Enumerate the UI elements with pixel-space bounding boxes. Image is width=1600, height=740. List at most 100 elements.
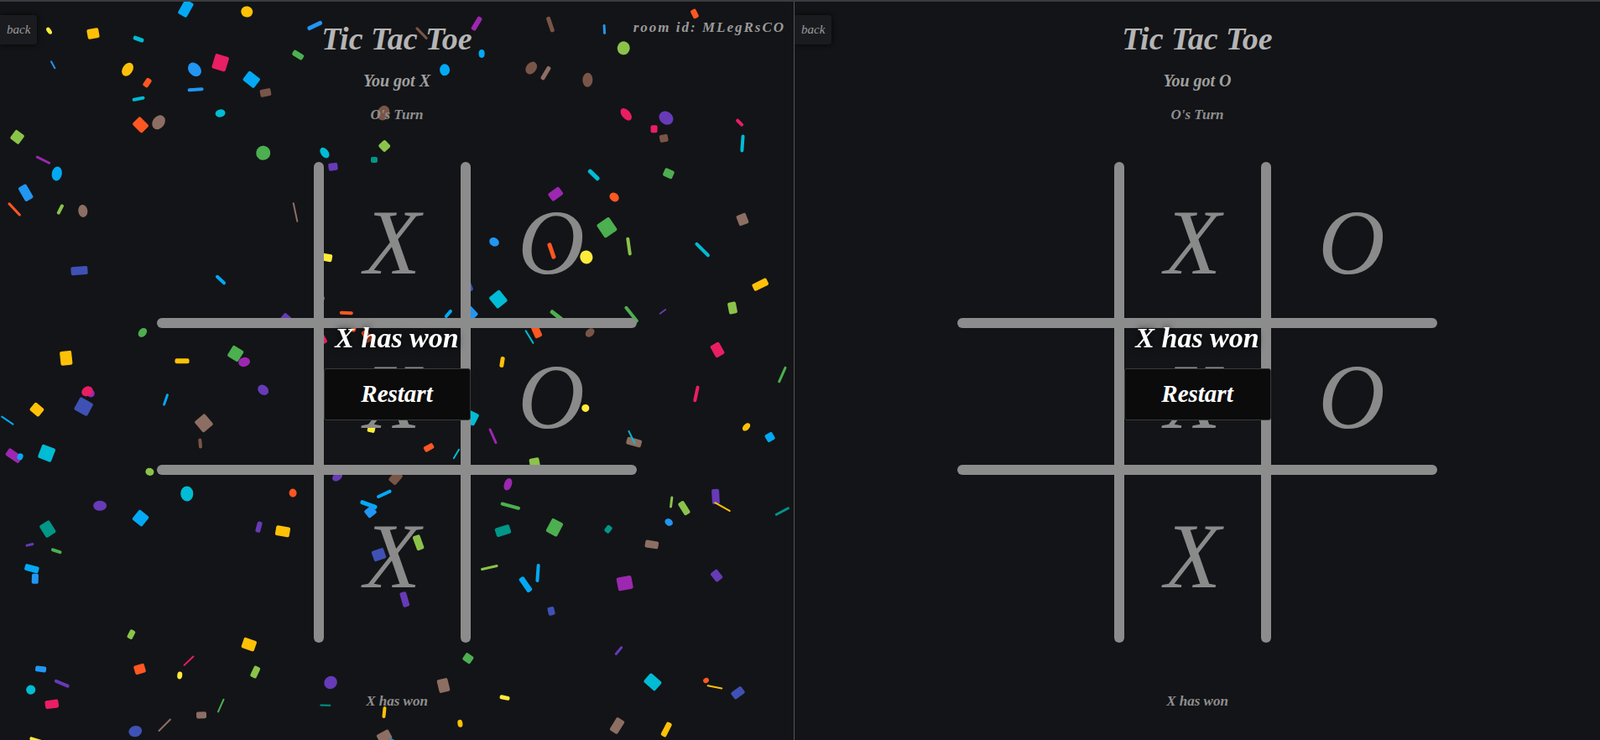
status-label: X has won — [365, 691, 428, 712]
board-cell[interactable]: X — [318, 161, 466, 324]
confetti-piece — [764, 431, 776, 443]
confetti-piece — [317, 145, 331, 160]
confetti-piece — [25, 542, 35, 548]
confetti-piece — [586, 168, 600, 182]
confetti-piece — [250, 665, 261, 679]
cell-mark: O — [517, 350, 584, 443]
confetti-piece — [9, 129, 25, 145]
confetti-piece — [625, 436, 643, 449]
board-cell[interactable]: X — [1119, 469, 1267, 643]
confetti-piece — [439, 63, 451, 77]
confetti-piece — [339, 311, 354, 315]
board-cell[interactable]: O — [1266, 323, 1438, 470]
confetti-piece — [596, 217, 618, 240]
board-cell[interactable]: O — [1266, 161, 1438, 324]
turn-label: O's Turn — [370, 105, 423, 125]
result-overlay: X has wonRestart — [156, 321, 637, 421]
confetti-piece — [709, 568, 724, 583]
confetti-piece — [487, 235, 501, 249]
confetti-piece — [86, 27, 100, 40]
panel-content: backroom id: MLegRsCOTic Tac ToeYou got … — [0, 1, 794, 740]
confetti-piece — [35, 155, 52, 165]
board-cell[interactable]: X — [318, 469, 466, 643]
cell-mark: O — [517, 196, 584, 289]
confetti-piece — [214, 107, 226, 118]
back-button[interactable]: back — [794, 15, 832, 45]
panel-content: backTic Tac ToeYou got OO's TurnXOXOXX h… — [794, 1, 1600, 740]
grid-line — [957, 464, 1438, 475]
board-cell[interactable] — [156, 323, 319, 470]
confetti-piece — [50, 547, 63, 554]
back-button[interactable]: back — [0, 15, 37, 45]
game-board: XOXOXX has wonRestart — [156, 161, 637, 643]
confetti-piece — [58, 350, 73, 367]
confetti-piece — [751, 278, 770, 292]
board-cell[interactable]: O — [465, 323, 637, 470]
confetti-piece — [44, 698, 59, 709]
confetti-piece — [499, 356, 506, 369]
board-cell[interactable] — [957, 161, 1120, 324]
confetti-piece — [452, 448, 460, 459]
restart-button[interactable]: Restart — [323, 368, 471, 421]
confetti-piece — [237, 355, 251, 368]
board-cell[interactable] — [465, 469, 637, 643]
confetti-piece — [659, 134, 669, 143]
confetti-piece — [288, 488, 298, 498]
board-cell[interactable] — [156, 469, 319, 643]
confetti-piece — [727, 301, 739, 315]
confetti-piece — [275, 525, 292, 538]
confetti-piece — [546, 16, 555, 33]
confetti-piece — [775, 506, 791, 516]
board-cell[interactable] — [156, 161, 319, 324]
confetti-piece — [702, 676, 710, 684]
confetti-piece — [327, 161, 339, 172]
confetti-piece — [5, 447, 23, 464]
restart-button[interactable]: Restart — [1124, 368, 1272, 421]
confetti-piece — [651, 125, 658, 133]
confetti-piece — [162, 392, 170, 406]
confetti-piece — [45, 26, 53, 36]
confetti-piece — [735, 212, 750, 227]
confetti-piece — [547, 605, 556, 615]
confetti-piece — [177, 1, 195, 18]
confetti-piece — [488, 289, 509, 310]
confetti-piece — [141, 77, 152, 89]
confetti-piece — [50, 165, 63, 182]
confetti-piece — [535, 563, 540, 584]
confetti-piece — [24, 563, 41, 574]
confetti-piece — [211, 53, 230, 73]
board-cell[interactable]: O — [465, 161, 637, 324]
grid-line — [1114, 161, 1125, 643]
confetti-piece — [24, 682, 38, 696]
confetti-piece — [609, 717, 626, 735]
confetti-piece — [643, 672, 663, 692]
confetti-piece — [740, 134, 745, 153]
player-label: You got O — [1162, 69, 1231, 92]
confetti-piece — [615, 574, 633, 591]
confetti-piece — [157, 719, 172, 733]
board-cell[interactable]: X — [1119, 161, 1267, 324]
confetti-piece — [239, 5, 254, 19]
confetti-piece — [216, 698, 225, 713]
room-id: room id: MLegRsCO — [633, 16, 786, 39]
board-cell[interactable] — [957, 469, 1120, 643]
confetti-piece — [131, 509, 150, 527]
board-cell[interactable] — [1266, 469, 1438, 643]
confetti-piece — [661, 721, 673, 738]
confetti-piece — [17, 182, 34, 202]
confetti-piece — [56, 203, 64, 215]
game-panel: backTic Tac ToeYou got OO's TurnXOXOXX h… — [794, 1, 1600, 740]
confetti-piece — [255, 145, 272, 162]
confetti-piece — [707, 683, 725, 689]
confetti-piece — [499, 695, 510, 702]
confetti-piece — [662, 167, 676, 180]
confetti-piece — [711, 489, 720, 506]
confetti-piece — [198, 437, 204, 449]
confetti-piece — [54, 678, 71, 688]
confetti-piece — [777, 365, 787, 383]
board-cell[interactable] — [957, 323, 1120, 470]
confetti-piece — [603, 524, 614, 535]
confetti-piece — [127, 724, 144, 740]
confetti-piece — [84, 387, 96, 399]
confetti-piece — [7, 202, 21, 217]
